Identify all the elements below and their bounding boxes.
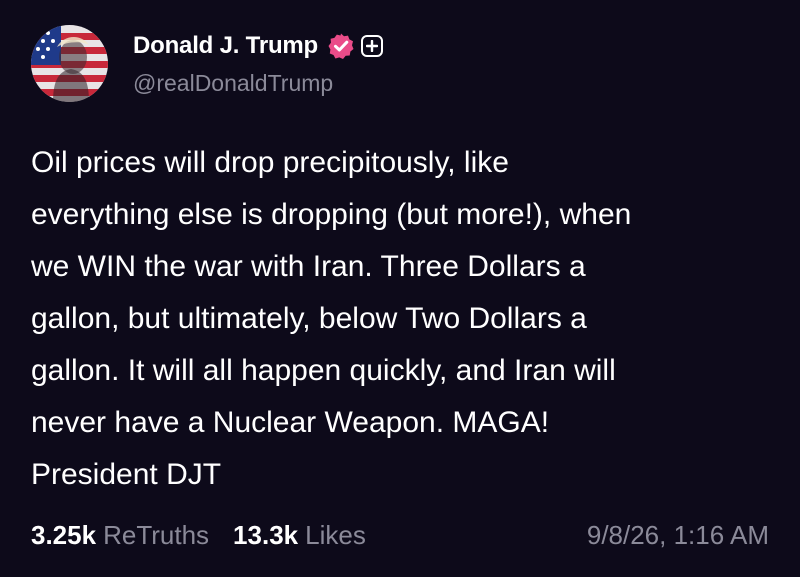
post-body: Oil prices will drop precipitously, like… bbox=[31, 137, 771, 501]
author-name-row: Donald J. Trump bbox=[133, 30, 384, 62]
verified-badge-icon bbox=[327, 32, 355, 60]
plus-icon bbox=[366, 40, 379, 52]
likes-label: Likes bbox=[305, 519, 366, 550]
retruths-count: 3.25k bbox=[31, 519, 97, 550]
author-display-name[interactable]: Donald J. Trump bbox=[133, 32, 318, 60]
avatar[interactable] bbox=[31, 25, 108, 102]
follow-button[interactable] bbox=[361, 35, 384, 57]
post-footer: 3.25k ReTruths 13.3k Likes 9/8/26, 1:16 … bbox=[31, 517, 769, 553]
post-text-line: gallon. It will all happen quickly, and … bbox=[31, 354, 616, 387]
post-text-line: Oil prices will drop precipitously, like bbox=[31, 146, 509, 179]
post-timestamp: 9/8/26, 1:16 AM bbox=[586, 519, 769, 550]
post-text-line: everything else is dropping (but more!),… bbox=[31, 198, 632, 231]
post-text-line: we WIN the war with Iran. Three Dollars … bbox=[31, 250, 586, 283]
flag-portrait-avatar bbox=[31, 25, 108, 102]
retruths-stat[interactable]: 3.25k ReTruths bbox=[31, 520, 209, 551]
likes-count: 13.3k bbox=[233, 519, 299, 550]
retruths-label: ReTruths bbox=[103, 519, 210, 550]
post-text-line: President DJT bbox=[31, 458, 222, 491]
author-handle[interactable]: @realDonaldTrump bbox=[133, 70, 333, 97]
post-text-line: never have a Nuclear Weapon. MAGA! bbox=[31, 406, 550, 439]
post-card: Donald J. Trump @realDonaldTrump Oil pri… bbox=[0, 0, 800, 577]
likes-stat[interactable]: 13.3k Likes bbox=[233, 520, 366, 551]
post-text-line: gallon, but ultimately, below Two Dollar… bbox=[31, 302, 587, 335]
